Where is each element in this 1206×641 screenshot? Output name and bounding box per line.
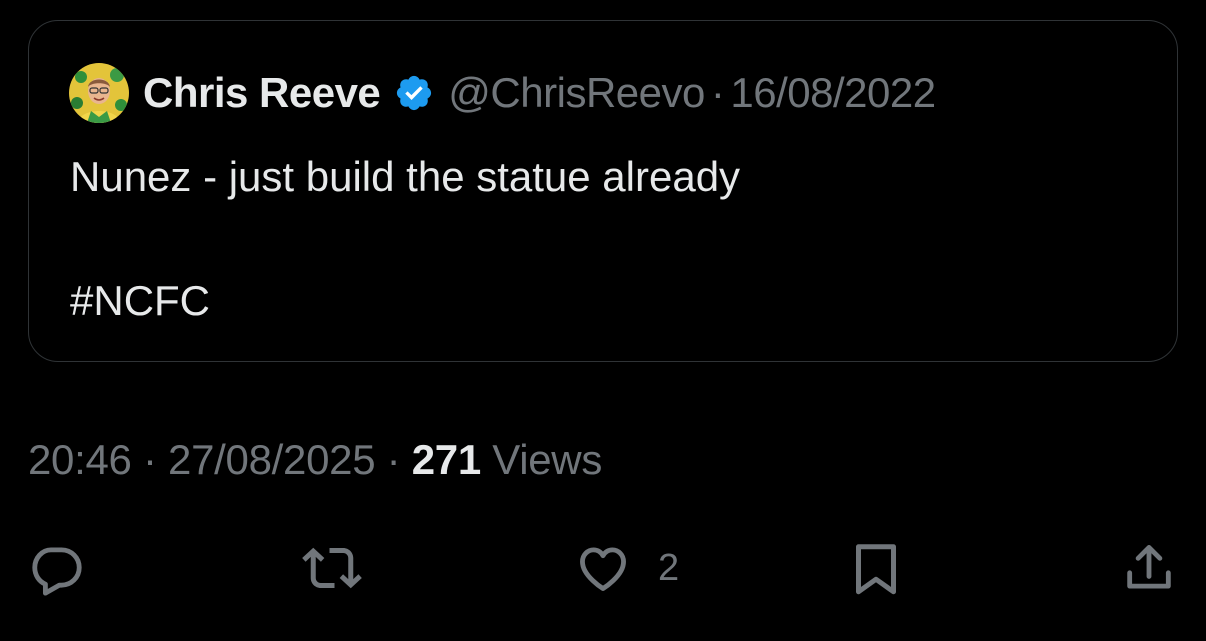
author-handle[interactable]: @ChrisReevo <box>448 69 705 117</box>
bookmark-button[interactable] <box>846 538 906 598</box>
separator-dot: · <box>710 69 725 116</box>
view-count: 271 <box>411 436 481 483</box>
separator-dot: · <box>386 436 401 483</box>
bookmark-icon <box>846 538 906 598</box>
views-label: Views <box>492 436 603 483</box>
like-button[interactable]: 2 <box>574 538 679 598</box>
tweet-date[interactable]: 27/08/2025 <box>168 436 376 483</box>
tweet-meta: 20:46 · 27/08/2025 · 271 Views <box>28 436 602 484</box>
quoted-tweet-card[interactable]: Chris Reeve @ChrisReevo · 16/08/2022 Nun… <box>28 20 1178 362</box>
author-name[interactable]: Chris Reeve <box>143 69 381 117</box>
share-button[interactable] <box>1120 538 1178 598</box>
quoted-tweet-date[interactable]: 16/08/2022 <box>730 69 936 117</box>
tweet-time[interactable]: 20:46 <box>28 436 132 483</box>
reply-icon <box>28 539 86 597</box>
separator-dot: · <box>142 436 157 483</box>
retweet-icon <box>302 538 362 598</box>
retweet-button[interactable] <box>302 538 362 598</box>
like-count: 2 <box>658 546 680 589</box>
share-icon <box>1120 539 1178 597</box>
avatar[interactable] <box>69 63 129 123</box>
reply-button[interactable] <box>28 538 86 598</box>
like-icon <box>574 539 632 597</box>
quoted-tweet-header: Chris Reeve @ChrisReevo · 16/08/2022 <box>69 63 936 123</box>
quoted-tweet-text: Nunez - just build the statue already #N… <box>70 153 741 324</box>
verified-badge-icon <box>394 73 434 113</box>
